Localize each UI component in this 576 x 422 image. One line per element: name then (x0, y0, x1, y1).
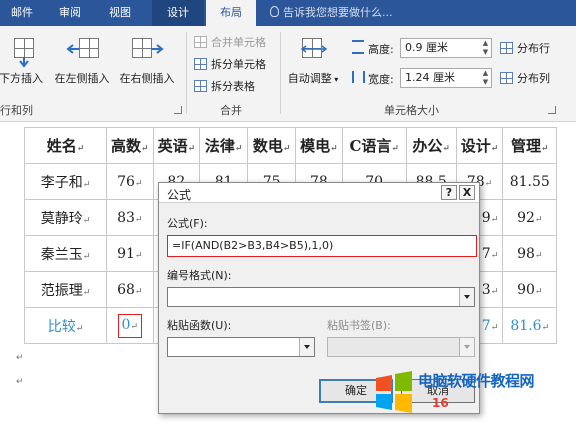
insert-right-icon (132, 36, 164, 66)
split-table-button[interactable]: 拆分表格 (194, 78, 255, 96)
table-cell[interactable]: 莫静玲↵ (24, 199, 107, 236)
table-cell[interactable]: 李子和↵ (24, 163, 107, 200)
group-label-cell-size: 单元格大小 (384, 104, 439, 117)
table-header-row: 姓名↵ 高数↵ 英语↵ 法律↵ 数电↵ 模电↵ C语言↵ 办公↵ 设计↵ 管理↵ (24, 127, 558, 164)
table-cell[interactable]: 比较↵ (24, 307, 107, 344)
table-cell[interactable]: 83↵ (106, 199, 154, 236)
table-cell-result[interactable]: 0↵ (106, 307, 154, 344)
cell-size-launcher-icon[interactable] (548, 106, 556, 114)
group-separator (186, 32, 187, 114)
table-header-cell[interactable]: 姓名↵ (24, 127, 107, 164)
number-format-select[interactable] (167, 287, 475, 307)
table-header-cell[interactable]: 高数↵ (106, 127, 154, 164)
insert-left-icon (66, 36, 99, 66)
dialog-title-bar: 公式 ? X (159, 183, 479, 203)
insert-below-icon (6, 36, 36, 68)
split-cells-icon (194, 58, 207, 70)
split-cells-button[interactable]: 拆分单元格 (194, 56, 266, 74)
formula-label: 公式(F): (167, 217, 208, 230)
chevron-down-icon (299, 338, 314, 356)
table-header-cell[interactable]: 法律↵ (199, 127, 249, 164)
split-table-icon (194, 80, 207, 92)
table-header-cell[interactable]: 英语↵ (152, 127, 201, 164)
number-format-label: 编号格式(N): (167, 269, 232, 282)
col-width-spinner[interactable]: ▲ ▼ (480, 68, 492, 88)
row-height-input[interactable]: 0.9 厘米 (400, 38, 482, 58)
chevron-down-icon (459, 288, 474, 306)
table-cell[interactable]: 秦兰玉↵ (24, 235, 107, 272)
windows-logo-icon (376, 371, 412, 413)
col-width-label: 宽度: (368, 73, 394, 86)
distribute-rows-icon (500, 42, 513, 54)
tab-layout[interactable]: 布局 (206, 0, 256, 26)
table-cell[interactable]: 68↵ (106, 271, 154, 308)
tab-view[interactable]: 视图 (98, 0, 142, 26)
col-width-icon (352, 71, 365, 83)
table-cell[interactable]: 范振理↵ (24, 271, 107, 308)
autofit-icon (298, 36, 328, 66)
formula-input[interactable]: =IF(AND(B2>B3,B4>B5),1,0) (167, 235, 477, 257)
paste-bookmark-label: 粘贴书签(B): (327, 319, 391, 332)
chevron-down-icon (459, 338, 474, 356)
tell-me-box[interactable]: 告诉我您想要做什么... (270, 0, 393, 26)
table-cell[interactable]: 76↵ (106, 163, 154, 200)
watermark-subtitle: 16 (432, 396, 449, 410)
distribute-cols-button[interactable]: 分布列 (500, 70, 550, 88)
paragraph-mark: ↵ (16, 377, 24, 387)
table-cell[interactable]: 81.6↵ (502, 307, 558, 344)
row-height-spinner[interactable]: ▲ ▼ (480, 38, 492, 58)
merge-cells-button[interactable]: 合并单元格 (194, 34, 266, 52)
row-height-label: 高度: (368, 43, 394, 56)
group-separator (280, 32, 281, 114)
table-header-cell[interactable]: C语言↵ (341, 127, 407, 164)
table-header-cell[interactable]: 管理↵ (502, 127, 558, 164)
table-cell[interactable]: 90↵ (502, 271, 558, 308)
tab-design[interactable]: 设计 (152, 0, 204, 26)
ribbon-body: 下方插入 在左侧插入 在右侧插入 行和列 合并单元格 拆分单元格 拆分表格 合并… (0, 26, 576, 122)
row-height-icon (352, 40, 364, 54)
table-cell[interactable]: 92↵ (502, 199, 558, 236)
col-width-input[interactable]: 1.24 厘米 (400, 68, 482, 88)
dialog-title: 公式 (167, 188, 192, 202)
distribute-cols-icon (500, 72, 513, 84)
table-header-cell[interactable]: 办公↵ (405, 127, 457, 164)
row-height-control: 高度: 0.9 厘米 ▲ ▼ (352, 38, 494, 58)
insert-left-button[interactable]: 在左侧插入 (50, 36, 114, 86)
paragraph-mark: ↵ (16, 353, 24, 363)
table-header-cell[interactable]: 数电↵ (247, 127, 297, 164)
table-cell[interactable]: 81.55 (502, 163, 558, 200)
tell-me-text: 告诉我您想要做什么... (283, 6, 393, 19)
lightbulb-icon (270, 6, 279, 17)
insert-below-button[interactable]: 下方插入 (0, 36, 46, 86)
ribbon-tab-bar: 邮件 审阅 视图 设计 布局 告诉我您想要做什么... (0, 0, 576, 26)
watermark-title: 电脑软硬件教程网 (418, 372, 535, 390)
tab-mailings[interactable]: 邮件 (0, 0, 44, 26)
autofit-button[interactable]: 自动调整 ▾ (284, 36, 342, 86)
paste-function-select[interactable] (167, 337, 315, 357)
distribute-rows-button[interactable]: 分布行 (500, 40, 550, 58)
col-width-control: 宽度: 1.24 厘米 ▲ ▼ (352, 68, 494, 88)
insert-right-button[interactable]: 在右侧插入 (116, 36, 178, 86)
rows-cols-launcher-icon[interactable] (174, 106, 182, 114)
help-button[interactable]: ? (441, 185, 457, 200)
table-header-cell[interactable]: 模电↵ (295, 127, 343, 164)
paste-bookmark-select[interactable] (327, 337, 475, 357)
paste-function-label: 粘贴函数(U): (167, 319, 232, 332)
table-cell[interactable]: 98↵ (502, 235, 558, 272)
tab-review[interactable]: 审阅 (48, 0, 92, 26)
table-header-cell[interactable]: 设计↵ (455, 127, 504, 164)
result-highlight: 0↵ (117, 313, 143, 338)
group-label-rows-cols: 行和列 (0, 104, 33, 117)
table-cell[interactable]: 91↵ (106, 235, 154, 272)
group-label-merge: 合并 (220, 104, 242, 117)
merge-cells-icon (194, 36, 207, 48)
close-button[interactable]: X (459, 185, 475, 200)
